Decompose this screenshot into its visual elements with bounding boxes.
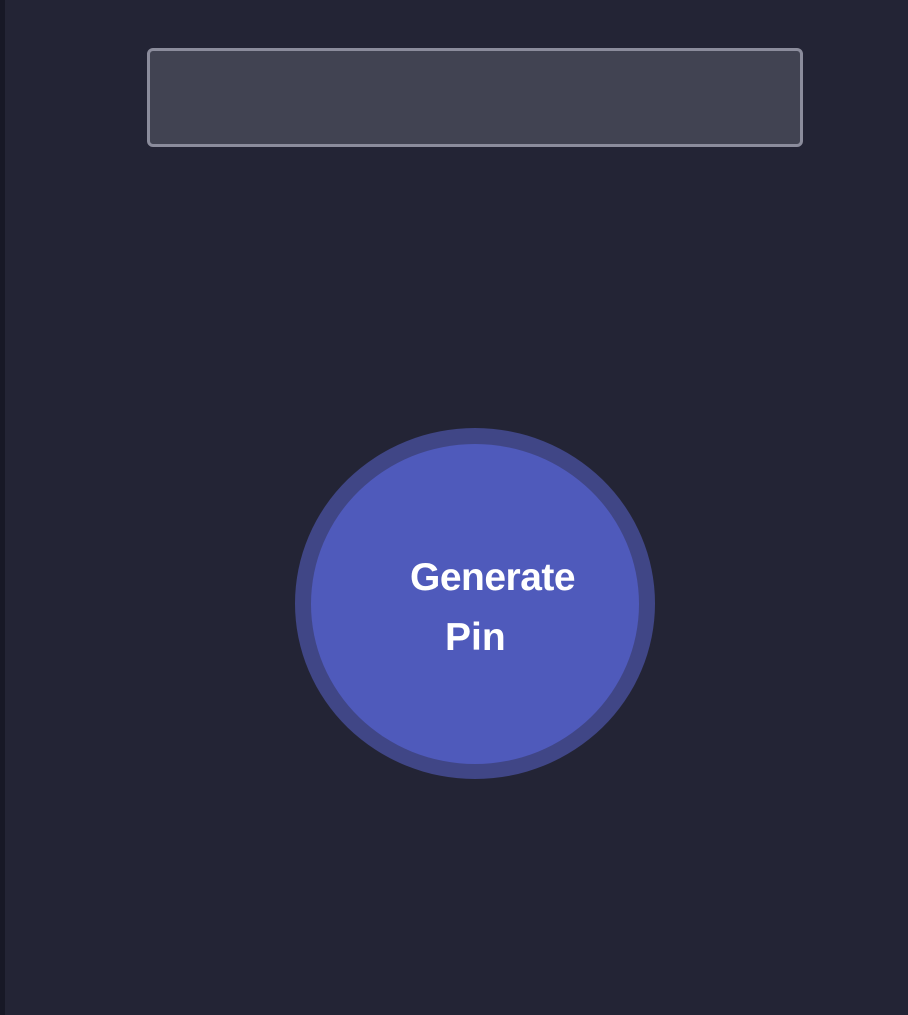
pin-display-input[interactable] xyxy=(147,48,803,147)
generate-button-label-line2: Pin xyxy=(445,616,506,659)
generate-pin-button[interactable]: Generate Pin xyxy=(311,444,639,764)
generate-button-label-line1: Generate xyxy=(410,556,576,599)
window-left-edge xyxy=(0,0,5,1015)
